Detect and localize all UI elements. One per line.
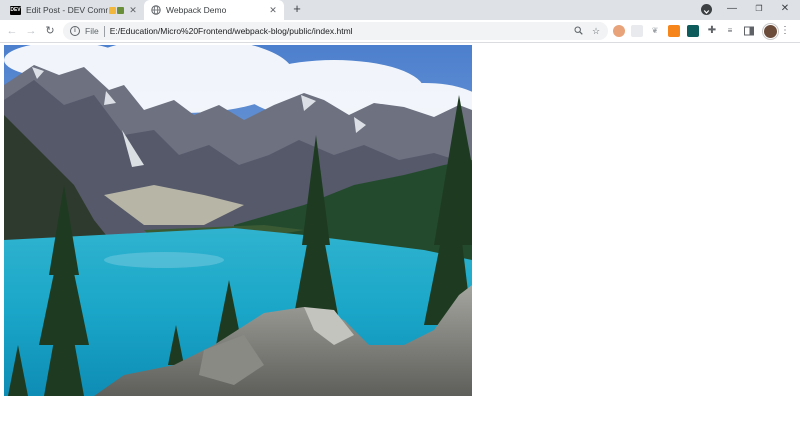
tab-strip: DEV Edit Post - DEV Community ✕ Webpack … [0, 0, 800, 20]
dev-logo-icon: DEV [10, 5, 21, 15]
profile-avatar[interactable] [763, 24, 778, 39]
tab-webpack-demo[interactable]: Webpack Demo ✕ [144, 0, 284, 20]
metamask-icon[interactable] [668, 25, 680, 37]
globe-icon [150, 5, 161, 16]
reading-list-icon[interactable]: ≡ [724, 25, 736, 37]
extension-square-icon[interactable] [631, 25, 643, 37]
back-button[interactable]: ← [4, 23, 20, 39]
close-tab-icon[interactable]: ✕ [268, 5, 278, 16]
bookmark-star-icon[interactable]: ☆ [590, 26, 602, 37]
info-icon[interactable]: i [70, 26, 80, 36]
close-tab-icon[interactable]: ✕ [128, 5, 138, 16]
url-text[interactable]: E:/Education/Micro%20Frontend/webpack-bl… [110, 26, 572, 36]
menu-icon[interactable]: ⋮ [780, 23, 790, 39]
close-window-button[interactable]: ✕ [775, 2, 795, 16]
tab-search-icon[interactable] [701, 4, 712, 15]
forward-button[interactable]: → [23, 23, 39, 39]
page-content [0, 43, 800, 425]
minimize-button[interactable]: — [722, 2, 742, 16]
toolbar: ← → ↻ i File E:/Education/Micro%20Fronte… [0, 20, 800, 43]
tab-edit-post[interactable]: DEV Edit Post - DEV Community ✕ [4, 0, 144, 20]
zoom-icon[interactable] [572, 26, 584, 37]
moraine-lake-photo [4, 45, 472, 396]
tab-title: Edit Post - DEV Community [26, 5, 108, 15]
emoji-icon [108, 6, 124, 14]
new-tab-button[interactable]: + [290, 2, 304, 16]
extension-leaf-icon[interactable]: ❦ [649, 25, 661, 37]
address-bar[interactable]: i File E:/Education/Micro%20Frontend/web… [63, 22, 608, 40]
reload-button[interactable]: ↻ [42, 23, 58, 39]
side-panel-icon[interactable] [743, 25, 755, 37]
divider [103, 25, 105, 37]
file-label: File [85, 26, 99, 36]
restore-button[interactable]: ❐ [749, 2, 769, 16]
extension-shield-icon[interactable] [613, 25, 625, 37]
puzzle-icon[interactable]: ✚ [706, 25, 718, 37]
tab-title: Webpack Demo [166, 5, 227, 15]
extension-terminal-icon[interactable] [687, 25, 699, 37]
